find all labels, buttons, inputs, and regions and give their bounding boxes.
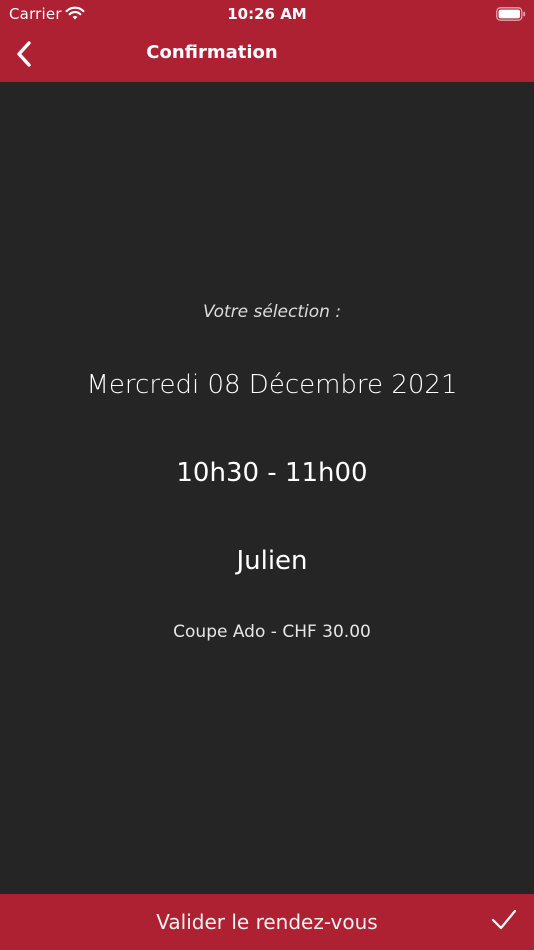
checkmark-icon: [491, 909, 517, 930]
validate-label: Valider le rendez-vous: [156, 910, 378, 934]
status-time: 10:26 AM: [227, 5, 307, 23]
battery-icon: [496, 7, 526, 21]
validate-appointment-button[interactable]: Valider le rendez-vous: [0, 894, 534, 950]
confirmation-content: Votre sélection : Mercredi 08 Décembre 2…: [0, 82, 534, 894]
page-title: Confirmation: [146, 42, 278, 63]
selection-date: Mercredi 08 Décembre 2021: [86, 370, 458, 400]
selection-label: Votre sélection :: [202, 302, 342, 322]
top-bar: Carrier 10:26 AM Confirmation: [0, 0, 534, 82]
selection-time-slot: 10h30 - 11h00: [176, 458, 368, 488]
selection-staff: Julien: [236, 546, 308, 576]
selection-service: Coupe Ado - CHF 30.00: [173, 622, 371, 642]
status-bar: Carrier 10:26 AM: [0, 0, 534, 28]
navigation-bar: Confirmation: [0, 28, 534, 82]
